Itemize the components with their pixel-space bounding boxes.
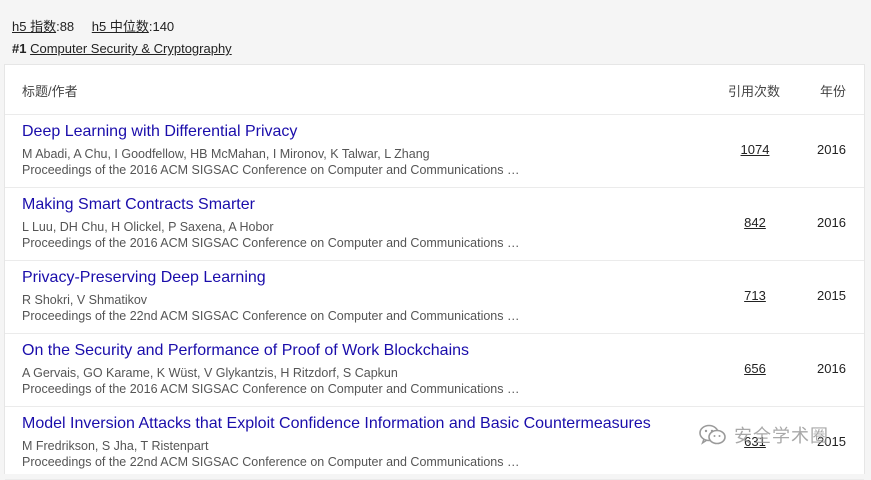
table-row: Model Inversion Attacks that Exploit Con… bbox=[5, 407, 864, 480]
table-header: 标题/作者 引用次数 年份 bbox=[5, 65, 864, 115]
citation-count-link[interactable]: 1074 bbox=[740, 142, 770, 157]
paper-title-link[interactable]: On the Security and Performance of Proof… bbox=[22, 342, 469, 360]
paper-venue: Proceedings of the 2016 ACM SIGSAC Confe… bbox=[22, 236, 520, 250]
paper-title-link[interactable]: Privacy-Preserving Deep Learning bbox=[22, 269, 266, 287]
header-year: 年份 bbox=[820, 84, 847, 99]
paper-title-link[interactable]: Making Smart Contracts Smarter bbox=[22, 196, 255, 214]
citation-count-link[interactable]: 713 bbox=[740, 288, 770, 303]
table-row: Privacy-Preserving Deep Learning R Shokr… bbox=[5, 261, 864, 334]
header-title-author: 标题/作者 bbox=[22, 84, 78, 99]
h5-index-value: :88 bbox=[56, 19, 75, 34]
paper-venue: Proceedings of the 22nd ACM SIGSAC Confe… bbox=[22, 455, 520, 469]
paper-title-link[interactable]: Model Inversion Attacks that Exploit Con… bbox=[22, 415, 651, 433]
header-citations: 引用次数 bbox=[728, 84, 781, 99]
citation-count-link[interactable]: 656 bbox=[740, 361, 770, 376]
h5-index-link[interactable]: h5 指数 bbox=[12, 19, 56, 34]
paper-authors: A Gervais, GO Karame, K Wüst, V Glykantz… bbox=[22, 366, 398, 380]
table-row: On the Security and Performance of Proof… bbox=[5, 334, 864, 407]
publications-table: 标题/作者 引用次数 年份 Deep Learning with Differe… bbox=[4, 64, 865, 480]
paper-year: 2016 bbox=[817, 361, 846, 376]
table-row: Making Smart Contracts Smarter L Luu, DH… bbox=[5, 188, 864, 261]
paper-authors: M Abadi, A Chu, I Goodfellow, HB McMahan… bbox=[22, 147, 430, 161]
h5-median-link[interactable]: h5 中位数 bbox=[92, 19, 149, 34]
paper-venue: Proceedings of the 2016 ACM SIGSAC Confe… bbox=[22, 382, 520, 396]
metrics-bar: h5 指数:88 h5 中位数:140 bbox=[12, 16, 188, 35]
paper-year: 2015 bbox=[817, 288, 846, 303]
paper-venue: Proceedings of the 22nd ACM SIGSAC Confe… bbox=[22, 309, 520, 323]
paper-title-link[interactable]: Deep Learning with Differential Privacy bbox=[22, 123, 297, 141]
category-rank: #1 bbox=[12, 41, 27, 56]
citation-count-link[interactable]: 631 bbox=[740, 434, 770, 449]
paper-venue: Proceedings of the 2016 ACM SIGSAC Confe… bbox=[22, 163, 520, 177]
paper-authors: R Shokri, V Shmatikov bbox=[22, 293, 148, 307]
citation-count-link[interactable]: 842 bbox=[740, 215, 770, 230]
paper-year: 2016 bbox=[817, 215, 846, 230]
h5-median-value: :140 bbox=[148, 19, 175, 34]
table-row: Deep Learning with Differential Privacy … bbox=[5, 115, 864, 188]
category-link[interactable]: Computer Security & Cryptography bbox=[30, 41, 232, 56]
paper-authors: M Fredrikson, S Jha, T Ristenpart bbox=[22, 439, 209, 453]
h5-median: h5 中位数:140 bbox=[92, 19, 174, 34]
h5-index: h5 指数:88 bbox=[12, 19, 74, 34]
category-heading: #1 Computer Security & Cryptography bbox=[12, 41, 232, 56]
paper-authors: L Luu, DH Chu, H Olickel, P Saxena, A Ho… bbox=[22, 220, 274, 234]
paper-year: 2016 bbox=[817, 142, 846, 157]
paper-year: 2015 bbox=[817, 434, 846, 449]
